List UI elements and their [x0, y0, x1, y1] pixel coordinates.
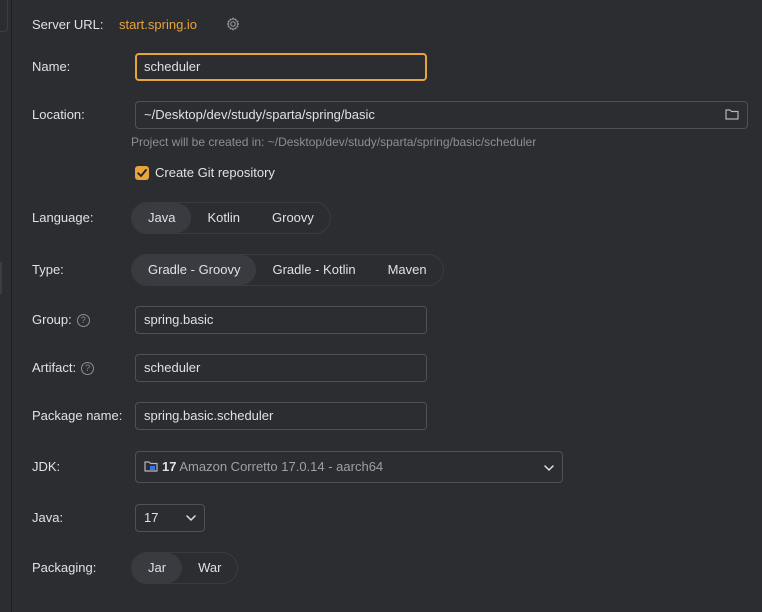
name-label: Name: [32, 59, 71, 74]
server-url-label: Server URL: [32, 17, 104, 32]
chevron-down-icon [544, 465, 554, 472]
language-option-groovy[interactable]: Groovy [256, 203, 330, 233]
location-input[interactable]: ~/Desktop/dev/study/sparta/spring/basic [135, 101, 748, 129]
jdk-dropdown[interactable]: 17 Amazon Corretto 17.0.14 - aarch64 [135, 451, 563, 483]
gutter-tab [0, 262, 2, 294]
language-segmented-control: Java Kotlin Groovy [131, 202, 331, 234]
location-hint: Project will be created in: ~/Desktop/de… [131, 135, 537, 149]
jdk-label: JDK: [32, 459, 61, 474]
group-input[interactable]: spring.basic [135, 306, 427, 334]
question-icon[interactable]: ? [81, 362, 95, 375]
type-option-gradle-kotlin[interactable]: Gradle - Kotlin [256, 255, 371, 285]
type-label: Type: [32, 262, 64, 277]
type-segmented-control: Gradle - Groovy Gradle - Kotlin Maven [131, 254, 444, 286]
package-name-label: Package name: [32, 408, 123, 423]
artifact-label: Artifact:? [32, 360, 95, 375]
location-value: ~/Desktop/dev/study/sparta/spring/basic [144, 107, 375, 122]
language-option-kotlin[interactable]: Kotlin [191, 203, 256, 233]
gutter-tab [0, 0, 8, 32]
packaging-option-jar[interactable]: Jar [132, 553, 183, 583]
type-option-maven[interactable]: Maven [372, 255, 443, 285]
jdk-description: Amazon Corretto 17.0.14 - aarch64 [179, 459, 384, 474]
location-label: Location: [32, 107, 85, 122]
jdk-folder-icon [144, 461, 158, 472]
git-checkbox[interactable] [135, 166, 149, 180]
name-input[interactable]: scheduler [135, 53, 427, 81]
artifact-label-text: Artifact: [32, 360, 77, 375]
package-name-input[interactable]: spring.basic.scheduler [135, 402, 427, 430]
chevron-down-icon [186, 515, 196, 522]
group-label: Group:? [32, 312, 90, 327]
gear-icon[interactable] [226, 17, 240, 31]
folder-icon[interactable] [725, 108, 739, 120]
java-version-label: Java: [32, 510, 64, 525]
question-icon[interactable]: ? [76, 314, 90, 327]
server-url-link[interactable]: start.spring.io [119, 17, 197, 32]
java-version-dropdown[interactable]: 17 [135, 504, 205, 532]
packaging-option-war[interactable]: War [182, 553, 237, 583]
packaging-segmented-control: Jar War [131, 552, 239, 584]
group-label-text: Group: [32, 312, 72, 327]
jdk-version: 17 [162, 459, 177, 474]
checkmark-icon [137, 169, 147, 177]
type-option-gradle-groovy[interactable]: Gradle - Groovy [132, 255, 257, 285]
language-option-java[interactable]: Java [132, 203, 192, 233]
git-checkbox-label[interactable]: Create Git repository [155, 165, 275, 180]
packaging-label: Packaging: [32, 560, 97, 575]
java-version-value: 17 [144, 510, 159, 525]
left-gutter [0, 0, 12, 612]
artifact-input[interactable]: scheduler [135, 354, 427, 382]
language-label: Language: [32, 210, 94, 225]
